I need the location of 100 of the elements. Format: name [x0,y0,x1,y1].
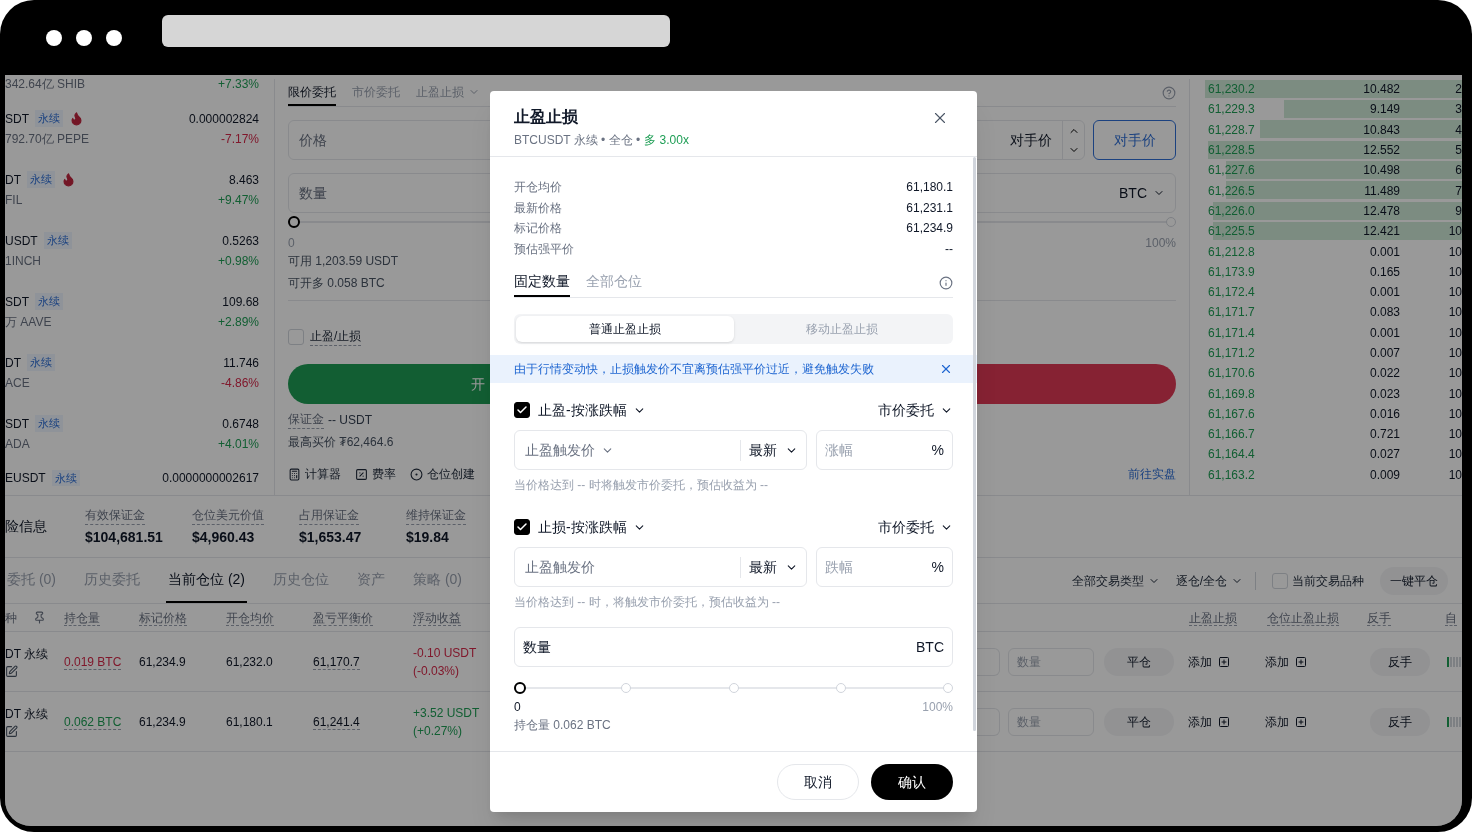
percent-icon [355,467,368,481]
slider-min-label: 0 [288,235,295,252]
close-position-button[interactable]: 平仓 [1104,647,1174,676]
checkbox[interactable] [514,402,530,418]
tool-link[interactable]: 费率 [355,465,396,483]
live-trading-link[interactable]: 前往实盘 [1128,465,1176,483]
market-price: 0.6748 [222,415,259,433]
trade-type-dropdown[interactable]: 全部交易类型 [1071,571,1160,590]
calculator-icon [288,467,301,481]
entry-price: 61,232.0 [226,654,273,669]
market-price: 0.5263 [222,232,259,250]
slider-stop[interactable] [1166,217,1176,227]
bid-price: 61,171.2 [1207,345,1256,362]
bid-amount: 9.149 [1368,101,1400,119]
add-tpsl-button[interactable]: 添加 [1185,712,1263,731]
add-position-tpsl-button[interactable]: 添加 [1263,652,1363,671]
reverse-button[interactable]: 反手 [1370,647,1430,676]
perpetual-tag: 永续 [51,469,80,487]
trigger-hint: 当价格达到 -- 时，将触发市价委托，预估收益为 -- [514,594,780,611]
percent-input[interactable]: 跌幅 % [816,547,953,587]
quantity-input[interactable]: 数量 BTC [514,627,953,667]
bid-total: 10 [1447,284,1462,302]
stat-label: 维持保证金 [406,505,466,525]
market-symbol: DT [5,171,21,189]
bid-price: 61,212.8 [1207,243,1256,261]
bid-total: 10 [1447,446,1462,464]
market-volume: 792.70亿 PEPE [5,130,90,148]
checkbox[interactable] [514,519,530,535]
market-symbol: USDT [5,232,38,250]
unrealized-pnl: -0.10 USDT [413,644,477,662]
confirm-button[interactable]: 确认 [871,764,953,800]
warning-text: 由于行情变动快，止损触发价不宜离预估强平价过近，避免触发失败 [514,361,874,378]
price-source-dropdown[interactable]: 最新 [740,439,798,461]
bid-amount: 12.552 [1362,142,1400,160]
unrealized-pnl-percent: (+0.27%) [413,722,463,740]
bid-total: 10 [1447,365,1462,383]
column-header: 种 [5,609,18,627]
tool-link[interactable]: 计算器 [288,465,341,483]
edit-icon[interactable] [5,725,18,738]
slider-stop[interactable] [621,683,632,693]
margin-mode-dropdown[interactable]: 逐仓/全仓 [1175,571,1256,590]
info-icon[interactable] [939,275,953,290]
bid-price: 61,166.7 [1207,426,1256,444]
plus-square-icon [1295,655,1307,668]
bid-amount: 0.001 [1368,324,1400,342]
check-icon [516,521,528,533]
info-value: -- [945,240,953,258]
slider-track[interactable] [514,682,953,694]
slider-stop[interactable] [943,683,953,693]
edit-icon[interactable] [5,665,18,678]
trigger-price-input[interactable]: 止盈触发价 最新 [514,547,807,587]
order-type-dropdown[interactable]: 市价委托 [878,399,953,421]
slider-max-label: 100% [1145,235,1176,252]
slider-stop[interactable] [728,683,739,693]
stat-label: 仓位美元价值 [192,505,264,525]
bid-amount: 10.843 [1362,121,1400,139]
risk-info-title: 险信息 [5,517,48,536]
slider-thumb[interactable] [514,682,526,694]
order-type-tab[interactable]: 限价委托 [288,79,336,106]
bid-total: 7 [1454,182,1462,200]
market-volume: 1INCH [5,252,42,270]
help-icon[interactable] [1162,85,1176,100]
positions-tab[interactable]: 当前仓位 (2) [166,558,247,603]
current-symbol-label: 当前交易品种 [1292,572,1364,590]
max-buy-price: 最高买价 ₮62,464.6 [288,434,394,451]
tpsl-mode-option[interactable]: 普通止盈止损 [516,316,734,342]
bid-amount: 0.083 [1368,304,1400,322]
counter-price-button[interactable]: 对手价 [1093,120,1176,160]
trigger-price-input[interactable]: 止盈触发价 最新 [514,430,807,470]
slider-thumb[interactable] [288,216,300,228]
tool-link[interactable]: 仓位创建 [410,465,475,483]
add-position-tpsl-button[interactable]: 添加 [1263,712,1363,731]
trigger-mode-dropdown[interactable]: 止盈-按涨跌幅 [538,399,646,421]
trigger-mode-dropdown[interactable]: 止损-按涨跌幅 [538,516,646,538]
dialog-title: 止盈止损 [514,107,579,127]
column-header: 止盈止损 [1189,610,1237,626]
trigger-hint: 当价格达到 -- 时将触发市价委托，预估收益为 -- [514,477,768,494]
percent-input[interactable]: 涨幅 % [816,430,953,470]
check-icon [516,404,528,416]
bid-amount: 0.001 [1368,243,1400,261]
close-position-button[interactable]: 平仓 [1104,707,1174,736]
tpsl-checkbox-label: 止盈/止损 [310,327,362,346]
order-type-dropdown[interactable]: 市价委托 [878,516,953,538]
margin-value: -- USDT [328,411,372,429]
close-icon[interactable] [939,362,953,376]
bid-total: 6 [1454,162,1462,180]
slider-stop[interactable] [835,683,846,693]
bid-amount: 0.007 [1368,345,1400,362]
bid-total: 4 [1454,121,1462,139]
close-all-button[interactable]: 一键平仓 [1380,566,1448,595]
column-header: 自 [1445,610,1457,626]
pin-icon[interactable] [33,611,46,624]
scrollbar-thumb[interactable] [973,157,976,731]
mark-price: 61,234.9 [139,654,186,669]
add-tpsl-button[interactable]: 添加 [1185,652,1263,671]
reverse-button[interactable]: 反手 [1370,707,1430,736]
market-volume: FIL [5,191,24,209]
price-source-dropdown[interactable]: 最新 [740,556,798,578]
position-size: 0.062 BTC [64,714,122,730]
quantity-mode-tab[interactable]: 固定数量 [514,268,570,297]
